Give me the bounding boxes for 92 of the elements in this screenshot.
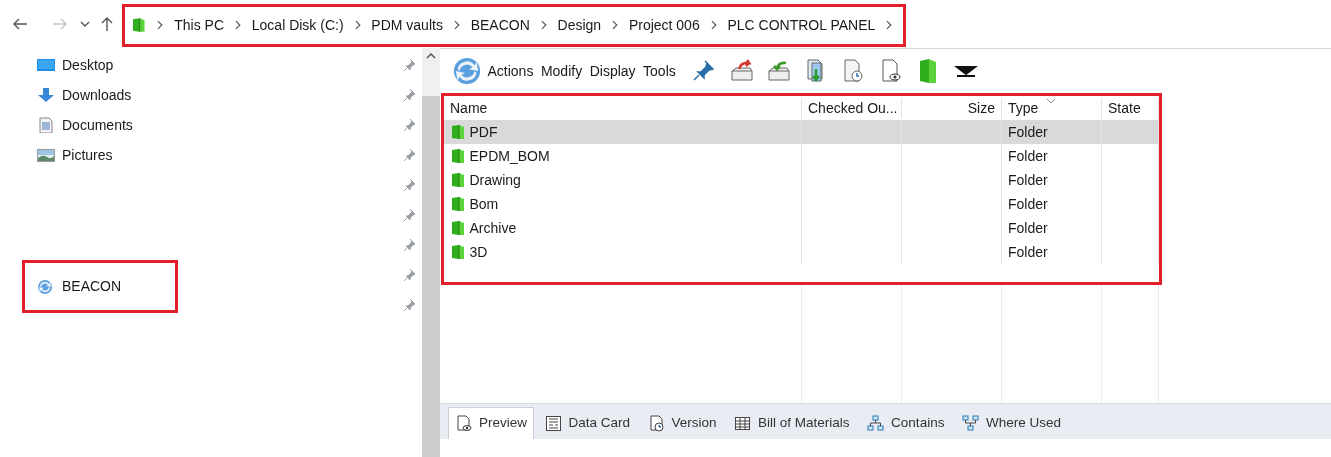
- menu-item[interactable]: Display: [587, 60, 638, 82]
- table-row[interactable]: PDF Folder: [444, 120, 1159, 144]
- table-cell-text: Folder: [1008, 242, 1048, 262]
- tab[interactable]: Data Card: [537, 407, 638, 439]
- pin-icon[interactable]: [402, 268, 416, 282]
- hierarchy-icon: [867, 415, 885, 432]
- chevron-icon: [353, 20, 362, 30]
- forward-icon[interactable]: [52, 16, 68, 32]
- sidebar-item[interactable]: Desktop: [62, 54, 114, 76]
- breadcrumb-item[interactable]: Local Disk (C:): [251, 14, 344, 36]
- breadcrumb-item[interactable]: Project 006: [628, 14, 700, 36]
- address-bar[interactable]: This PC Local Disk (C:) PDM vaults BEACON Design Project 006 PLC CONTROL PANEL: [122, 3, 906, 47]
- breadcrumb-item[interactable]: PLC CONTROL PANEL: [727, 14, 876, 36]
- box-arrow-icon[interactable]: [766, 59, 791, 83]
- menu-item[interactable]: Actions: [485, 60, 536, 82]
- pin-icon[interactable]: [402, 58, 416, 72]
- chevron-icon: [885, 20, 894, 30]
- breadcrumb-item[interactable]: PDM vaults: [371, 14, 443, 36]
- folder-icon: [450, 148, 466, 164]
- table-cell-text: Folder: [1008, 194, 1048, 214]
- up-icon[interactable]: [100, 16, 114, 32]
- table-cell-text: Folder: [1008, 170, 1048, 190]
- sidebar-item[interactable]: Downloads: [62, 84, 132, 106]
- breadcrumb-item[interactable]: BEACON: [470, 14, 530, 36]
- table-cell-text: Folder: [1008, 218, 1048, 238]
- chevron-icon: [539, 20, 548, 30]
- box-arrow-icon[interactable]: [728, 59, 753, 83]
- pin-icon[interactable]: [402, 298, 416, 312]
- pin-icon[interactable]: [691, 59, 716, 83]
- folder-icon: [450, 172, 466, 188]
- hierarchy-icon: [961, 415, 979, 432]
- vault-icon[interactable]: [452, 56, 482, 86]
- pin-icon[interactable]: [402, 88, 416, 102]
- folder-icon: [450, 196, 466, 212]
- chevron-icon: [452, 20, 461, 30]
- sidebar-item[interactable]: Pictures: [62, 144, 113, 166]
- chevron-icon: [234, 20, 242, 30]
- pin-icon[interactable]: [402, 178, 416, 192]
- tab[interactable]: Version: [640, 407, 724, 439]
- table-cell-text: Drawing: [469, 170, 521, 190]
- folder-icon: [131, 17, 147, 33]
- table-icon: [734, 415, 752, 432]
- pin-icon[interactable]: [402, 238, 416, 252]
- pin-icon[interactable]: [402, 118, 416, 132]
- table-cell-text: EPDM_BOM: [469, 146, 550, 166]
- table-cell-text: Folder: [1008, 122, 1048, 142]
- column-header[interactable]: State: [1102, 97, 1159, 119]
- pictures-icon: [37, 147, 55, 163]
- tab[interactable]: Where Used: [954, 407, 1068, 439]
- back-icon[interactable]: [12, 16, 28, 32]
- column-header[interactable]: Type: [1002, 97, 1102, 119]
- version-icon: [647, 415, 665, 432]
- column-header[interactable]: Name: [444, 97, 802, 119]
- chevron-icon: [709, 20, 718, 30]
- table-row[interactable]: Bom Folder: [444, 192, 1159, 216]
- tab[interactable]: Contains: [860, 407, 952, 439]
- column-header[interactable]: Size: [902, 97, 1002, 119]
- breadcrumb-item[interactable]: Design: [557, 14, 602, 36]
- breadcrumb-item[interactable]: This PC: [174, 14, 225, 36]
- menu-item[interactable]: Tools: [641, 60, 678, 82]
- table-cell-text: Folder: [1008, 146, 1048, 166]
- table-cell-text: PDF: [469, 122, 498, 142]
- folder-icon: [450, 244, 466, 260]
- documents-icon: [37, 117, 55, 133]
- folder-icon: [450, 220, 466, 236]
- folder-icon: [450, 124, 466, 140]
- scrollbar-thumb[interactable]: [422, 96, 440, 457]
- data-card-icon: [544, 415, 562, 432]
- document-clock-icon[interactable]: [841, 59, 866, 83]
- chevron-icon: [611, 20, 619, 30]
- table-cell-text: Archive: [469, 218, 517, 238]
- sidebar-item[interactable]: Documents: [62, 114, 133, 136]
- table-row[interactable]: Archive Folder: [444, 216, 1159, 240]
- vault-icon: [37, 278, 55, 295]
- table-row[interactable]: Drawing Folder: [444, 168, 1159, 192]
- recent-dropdown-icon[interactable]: [80, 20, 90, 28]
- desktop-icon: [37, 57, 55, 73]
- column-header[interactable]: Checked Ou...: [802, 97, 902, 119]
- table-cell-text: 3D: [469, 242, 488, 262]
- table-row[interactable]: 3D Folder: [444, 240, 1159, 264]
- sidebar-item-label[interactable]: BEACON: [62, 276, 122, 297]
- scroll-up-icon[interactable]: [426, 51, 436, 59]
- table-row[interactable]: EPDM_BOM Folder: [444, 144, 1159, 168]
- tab[interactable]: Preview: [448, 407, 534, 439]
- menu-item[interactable]: Modify: [538, 60, 585, 82]
- downloads-icon: [37, 87, 55, 103]
- table-cell-text: Bom: [469, 194, 499, 214]
- chevron-icon: [156, 20, 165, 30]
- preview-icon: [455, 415, 472, 432]
- pin-icon[interactable]: [402, 148, 416, 162]
- tab[interactable]: Bill of Materials: [727, 407, 857, 439]
- pin-icon[interactable]: [402, 208, 416, 222]
